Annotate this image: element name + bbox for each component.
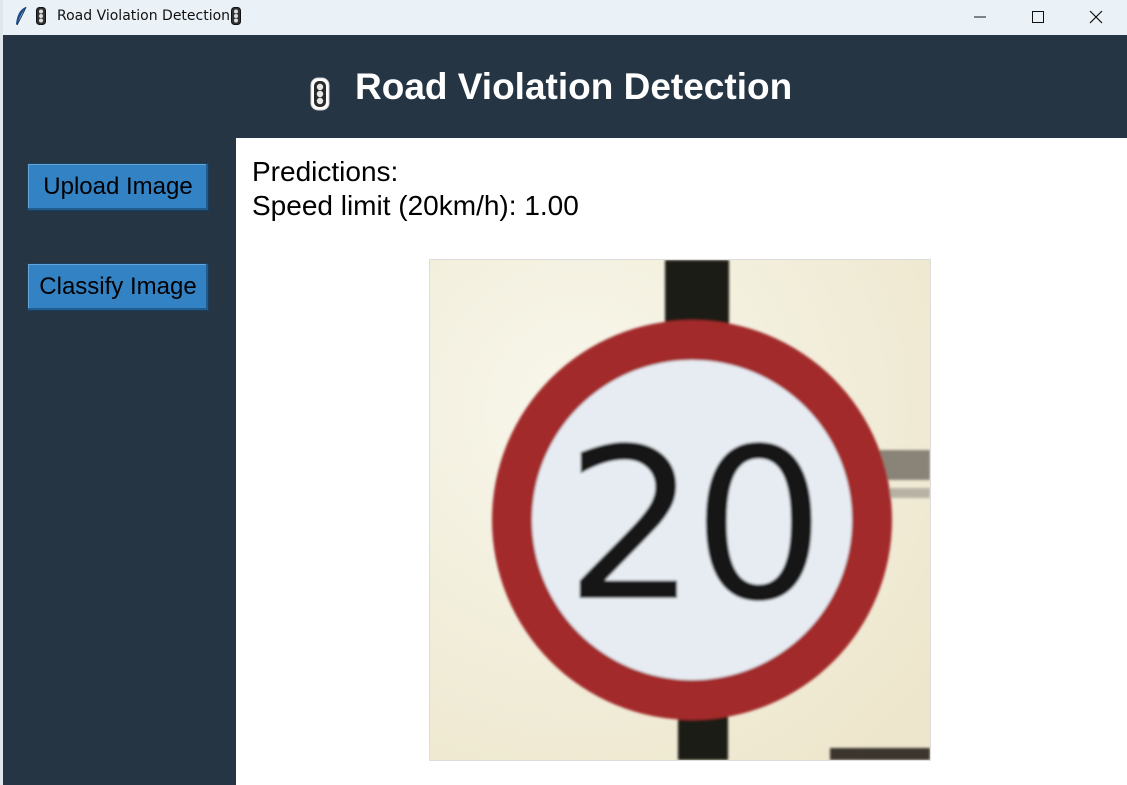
traffic-light-icon — [310, 77, 330, 111]
traffic-light-icon — [231, 7, 241, 25]
close-icon — [1089, 10, 1103, 23]
prediction-result: Speed limit (20km/h): 1.00 — [252, 190, 579, 221]
window-title: Road Violation Detection — [57, 8, 231, 24]
results-panel: Predictions: Speed limit (20km/h): 1.00 — [236, 138, 1127, 785]
feather-icon — [16, 6, 27, 26]
traffic-light-icon — [36, 7, 46, 25]
upload-image-button[interactable]: Upload Image — [27, 163, 209, 211]
predictions-heading: Predictions: — [252, 156, 399, 187]
minimize-button[interactable] — [951, 0, 1009, 33]
close-button[interactable] — [1067, 0, 1125, 33]
app-window: Road Violation Detection Road Violation … — [3, 0, 1127, 785]
app-header: Road Violation Detection — [3, 35, 1127, 138]
maximize-button[interactable] — [1009, 0, 1067, 33]
sign-number: 20 — [564, 403, 819, 648]
maximize-icon — [1032, 10, 1044, 23]
uploaded-image: 20 — [429, 259, 931, 761]
speed-limit-sign-image: 20 — [430, 260, 930, 760]
sidebar: Upload Image Classify Image — [3, 138, 235, 785]
minimize-icon — [974, 16, 986, 17]
title-bar: Road Violation Detection — [3, 0, 1127, 35]
classify-image-button[interactable]: Classify Image — [27, 263, 209, 311]
page-title: Road Violation Detection — [355, 66, 793, 107]
